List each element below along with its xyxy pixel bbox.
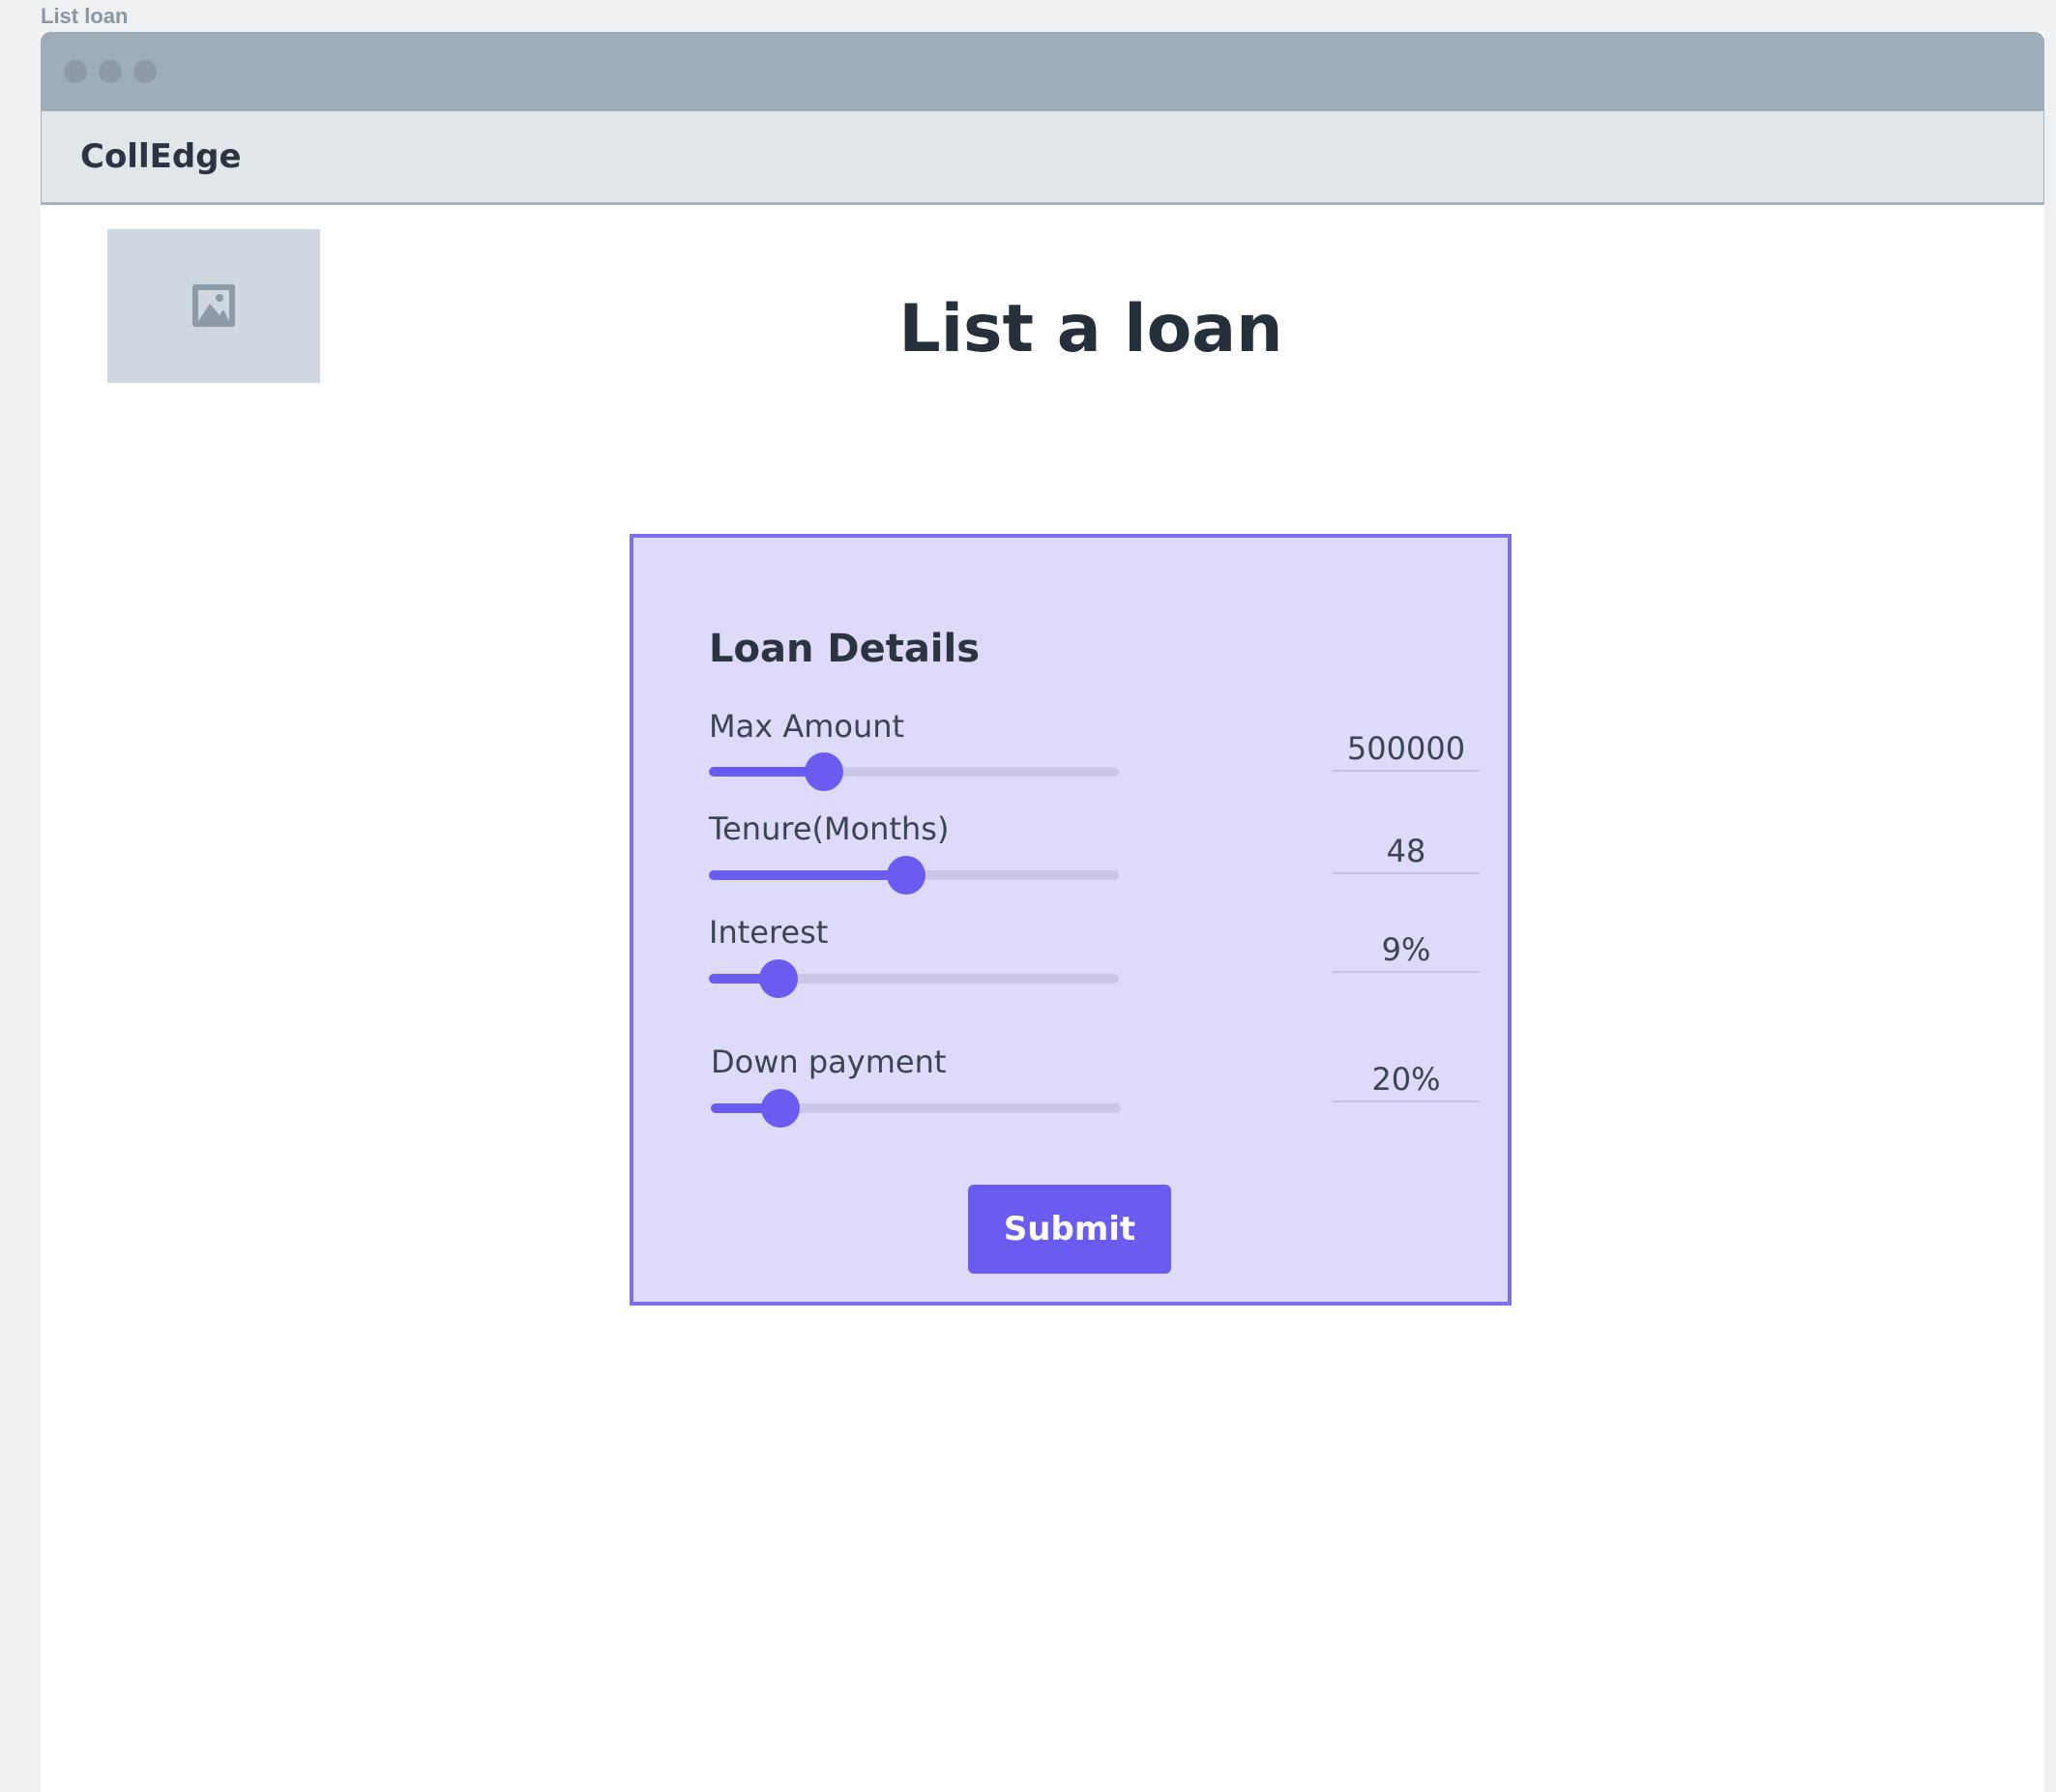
- card-title: Loan Details: [709, 627, 981, 671]
- interest-value-field[interactable]: [1333, 928, 1480, 973]
- window-close-dot[interactable]: [64, 60, 87, 83]
- down-payment-slider[interactable]: [711, 1089, 1121, 1128]
- interest-label: Interest: [709, 914, 829, 951]
- tenure-label: Tenure(Months): [709, 810, 950, 847]
- max-amount-value-field[interactable]: [1333, 727, 1480, 772]
- window-titlebar: [41, 32, 2044, 111]
- navbar: CollEdge: [41, 111, 2044, 205]
- loan-details-card: Loan Details Max Amount Tenure(Months) I…: [630, 534, 1512, 1306]
- window-maximize-dot[interactable]: [133, 60, 157, 83]
- max-amount-label: Max Amount: [709, 708, 905, 745]
- tenure-slider-thumb[interactable]: [886, 856, 925, 895]
- submit-button[interactable]: Submit: [968, 1185, 1171, 1274]
- window-minimize-dot[interactable]: [99, 60, 122, 83]
- interest-slider[interactable]: [709, 959, 1119, 998]
- max-amount-slider[interactable]: [709, 752, 1119, 791]
- down-payment-value-field[interactable]: [1333, 1058, 1480, 1102]
- interest-slider-thumb[interactable]: [759, 959, 799, 998]
- tenure-slider[interactable]: [709, 856, 1119, 895]
- max-amount-slider-thumb[interactable]: [804, 752, 843, 791]
- tenure-value-field[interactable]: [1333, 830, 1480, 874]
- page-title: List a loan: [898, 291, 1283, 367]
- brand-name[interactable]: CollEdge: [80, 111, 242, 202]
- down-payment-slider-thumb[interactable]: [761, 1089, 801, 1128]
- down-payment-label: Down payment: [711, 1043, 947, 1080]
- frame-label: List loan: [41, 4, 129, 28]
- browser-window: CollEdge List a loan Loan Details Max Am…: [41, 32, 2044, 1792]
- tenure-slider-fill: [709, 870, 906, 880]
